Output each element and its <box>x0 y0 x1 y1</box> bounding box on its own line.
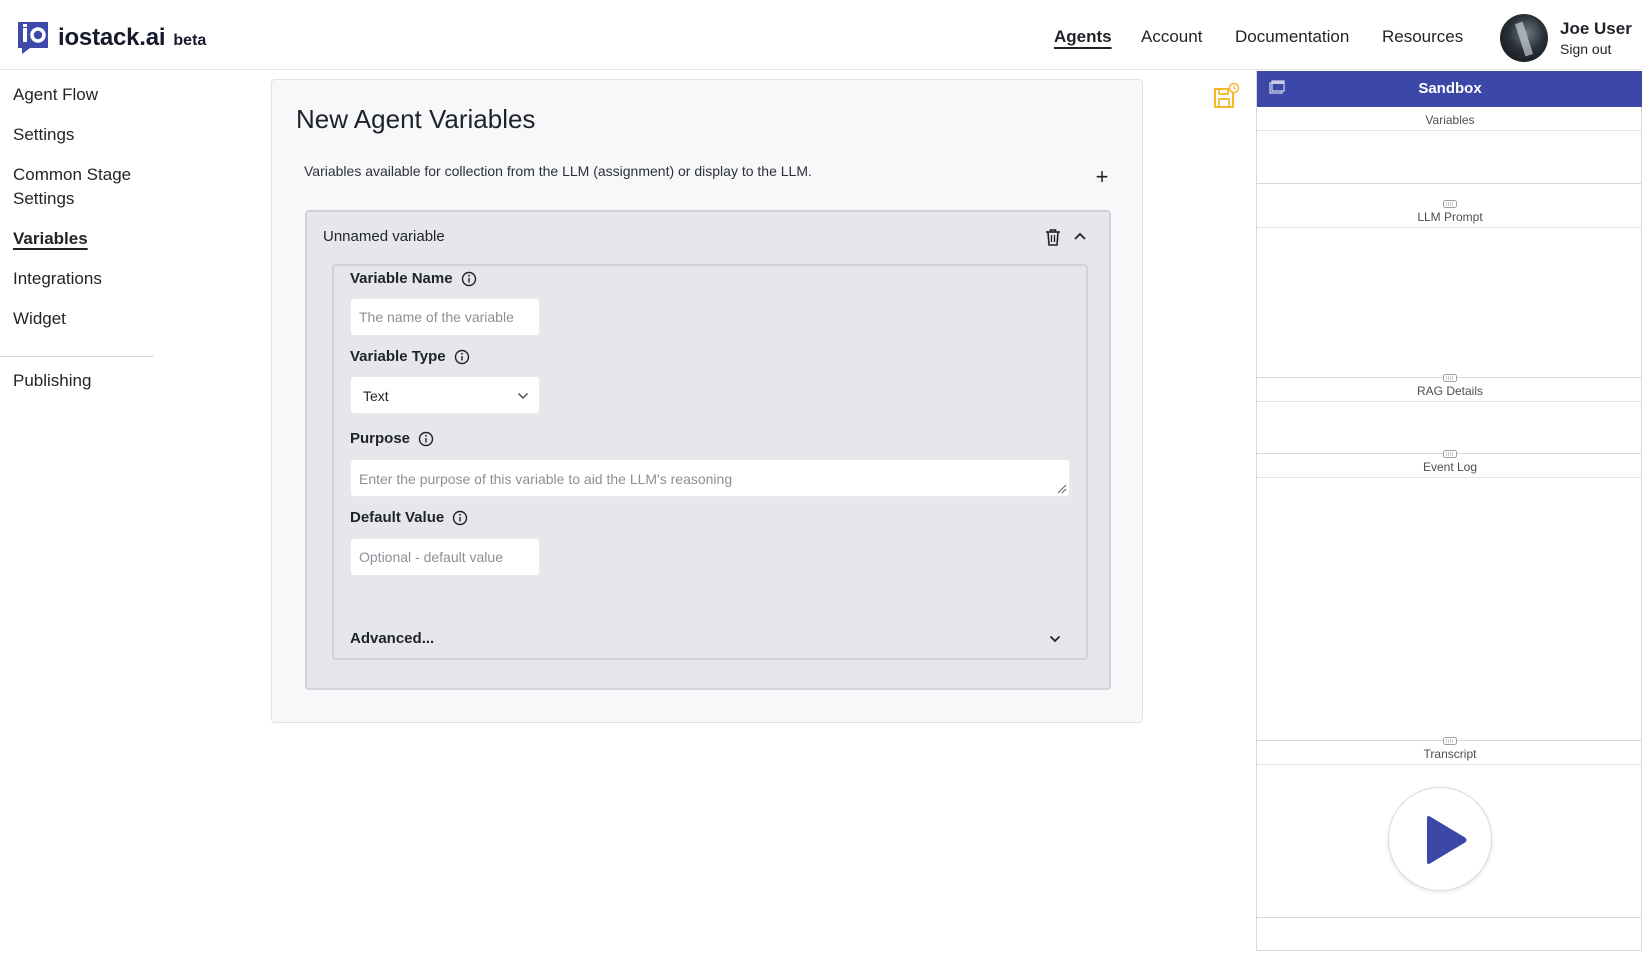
variable-type-label-text: Variable Type <box>350 348 446 365</box>
variable-panel: Unnamed variable Variable Name Variable … <box>305 210 1111 690</box>
sandbox-section-title: Variables <box>1257 109 1642 131</box>
sidebar-item-common-stage-settings[interactable]: Common Stage Settings <box>13 163 143 211</box>
info-icon[interactable] <box>452 510 468 526</box>
beta-badge: beta <box>173 32 207 49</box>
variable-type-label: Variable Type <box>350 348 470 365</box>
page-description: Variables available for collection from … <box>304 163 812 179</box>
top-header: iostack.ai beta Agents Account Documenta… <box>0 0 1642 70</box>
sandbox-section-title: Transcript <box>1257 743 1642 765</box>
variable-type-value: Text <box>363 388 389 404</box>
default-value-label-text: Default Value <box>350 509 445 526</box>
purpose-placeholder: Enter the purpose of this variable to ai… <box>359 471 733 487</box>
resize-handle-icon[interactable] <box>1055 482 1067 494</box>
nav-documentation[interactable]: Documentation <box>1235 27 1349 47</box>
play-icon <box>1427 816 1467 864</box>
variables-card: New Agent Variables Variables available … <box>271 79 1143 723</box>
advanced-chevron-down-icon[interactable] <box>1049 635 1061 643</box>
advanced-toggle[interactable]: Advanced... <box>350 630 434 647</box>
purpose-textarea[interactable]: Enter the purpose of this variable to ai… <box>350 459 1070 497</box>
brand[interactable]: iostack.ai beta <box>16 20 206 56</box>
sandbox-section-rag-details: RAG Details <box>1257 380 1642 454</box>
variable-name-label: Variable Name <box>350 270 477 287</box>
save-icon[interactable] <box>1212 82 1240 110</box>
sandbox-panel: Sandbox Variables LLM Prompt RAG Details… <box>1256 71 1642 951</box>
variable-title[interactable]: Unnamed variable <box>323 228 445 245</box>
variable-fields-panel: Variable Name Variable Type Text <box>332 264 1088 660</box>
sandbox-title: Sandbox <box>1418 80 1482 97</box>
nav-agents[interactable]: Agents <box>1054 27 1112 47</box>
nav-account[interactable]: Account <box>1141 27 1202 47</box>
sidebar-divider <box>0 356 154 357</box>
nav-resources[interactable]: Resources <box>1382 27 1463 47</box>
play-button[interactable] <box>1388 787 1492 891</box>
collapse-chevron-up-icon[interactable] <box>1073 230 1087 242</box>
info-icon[interactable] <box>418 431 434 447</box>
sidebar-item-widget[interactable]: Widget <box>13 307 66 331</box>
sandbox-section-event-log: Event Log <box>1257 456 1642 741</box>
variable-name-label-text: Variable Name <box>350 270 453 287</box>
sandbox-section-title: Event Log <box>1257 456 1642 478</box>
sidebar-item-integrations[interactable]: Integrations <box>13 267 102 291</box>
trash-icon[interactable] <box>1045 228 1061 246</box>
iostack-logo-icon <box>18 22 48 54</box>
sidebar-item-settings[interactable]: Settings <box>13 123 74 147</box>
info-icon[interactable] <box>461 271 477 287</box>
avatar[interactable] <box>1500 14 1548 62</box>
purpose-label: Purpose <box>350 430 434 447</box>
sidebar-item-variables[interactable]: Variables <box>13 227 88 251</box>
default-value-input[interactable] <box>350 538 540 576</box>
chevron-down-icon <box>517 392 529 400</box>
sandbox-header: Sandbox <box>1257 71 1642 107</box>
default-value-label: Default Value <box>350 509 468 526</box>
brand-name: iostack.ai <box>58 24 166 51</box>
page-title: New Agent Variables <box>296 104 536 134</box>
info-icon[interactable] <box>454 349 470 365</box>
add-variable-button[interactable]: + <box>1092 166 1112 188</box>
sandbox-section-variables: Variables <box>1257 109 1642 184</box>
sidebar-item-agent-flow[interactable]: Agent Flow <box>13 83 98 107</box>
variable-name-input[interactable] <box>350 298 540 336</box>
sidebar-item-publishing[interactable]: Publishing <box>13 369 91 393</box>
user-name: Joe User <box>1560 19 1632 38</box>
sandbox-section-title: LLM Prompt <box>1257 206 1642 228</box>
variable-type-select[interactable]: Text <box>350 376 540 414</box>
signout-link[interactable]: Sign out <box>1560 41 1611 57</box>
purpose-label-text: Purpose <box>350 430 411 447</box>
sandbox-section-llm-prompt: LLM Prompt <box>1257 206 1642 378</box>
sandbox-section-title: RAG Details <box>1257 380 1642 402</box>
